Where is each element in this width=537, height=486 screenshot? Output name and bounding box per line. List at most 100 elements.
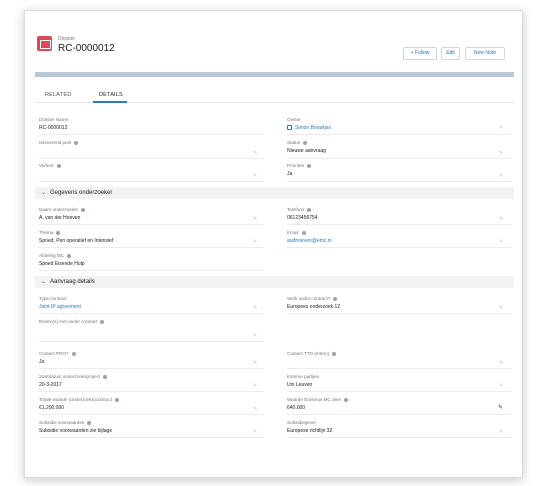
type-contract-link[interactable]: Joint IP agreement [39, 304, 81, 310]
info-icon[interactable] [56, 163, 61, 168]
info-icon[interactable] [306, 163, 311, 168]
subsidie-value: Subsidie voorwaarden zie bijlage [39, 428, 113, 434]
naam-onderzoeker-label: Naam onderzoeker [39, 207, 86, 212]
naam-onderzoeker-label-text: Naam onderzoeker [39, 207, 79, 212]
dossier-name-value: RC-0000012 [39, 125, 68, 131]
pencil-icon[interactable]: ✎ [253, 305, 257, 311]
waarde-erasmus-label: Waarde Erasmus MC deel [287, 397, 348, 402]
prioriteit-label: Prioriteit [287, 163, 311, 168]
field-divider [287, 313, 512, 314]
email-label: Email [287, 230, 306, 235]
contact-pro-value: Ja [39, 359, 45, 365]
section-title: Aanvraag details [50, 279, 95, 285]
field-divider [39, 224, 264, 225]
externe-partijen-value: Uni Leuven [287, 382, 313, 388]
pencil-icon[interactable]: ✎ [253, 333, 257, 339]
info-icon[interactable] [103, 374, 108, 379]
info-icon[interactable] [56, 230, 61, 235]
object-type-label: Dossier [58, 36, 75, 42]
naam-onderzoeker-value: A. van der Hoeven [39, 215, 81, 221]
highlights-banner [35, 72, 514, 77]
record-title: RC-0000012 [58, 43, 115, 54]
field-divider [287, 414, 512, 415]
pencil-icon[interactable]: ✎ [253, 239, 257, 245]
section-gegevens-onderzoeker[interactable]: ⌄ Gegevens onderzoeker [35, 187, 514, 199]
info-icon[interactable] [303, 140, 308, 145]
pencil-icon[interactable]: ✎ [253, 216, 257, 222]
telefoon-value: 06123456754 [287, 215, 318, 221]
pencil-icon[interactable]: ✎ [253, 429, 257, 435]
pencil-icon[interactable]: ✎ [253, 173, 257, 179]
pencil-icon[interactable]: ✎ [499, 150, 503, 156]
field-divider [39, 341, 264, 342]
info-icon[interactable] [343, 397, 348, 402]
subsidie-label: Subsidie voorwaarden [39, 420, 92, 425]
field-divider [287, 437, 512, 438]
status-value: Nieuwe aanvraag [287, 148, 326, 154]
contact-tto-label: Contact TTO (Intern) [287, 351, 337, 356]
pencil-icon[interactable]: ✎ [253, 150, 257, 156]
record-header: Dossier RC-0000012 + Follow Edit New Not… [25, 11, 522, 69]
info-icon[interactable] [71, 351, 76, 356]
pencil-icon[interactable]: ✎ [499, 360, 503, 366]
field-divider [287, 224, 512, 225]
new-note-button[interactable]: New Note [465, 47, 505, 60]
welk-ander-contract-label-text: Welk ander contract? [287, 296, 331, 301]
pencil-icon[interactable]: ✎ [499, 173, 503, 179]
edit-button[interactable]: Edit [441, 47, 460, 60]
info-icon[interactable] [115, 397, 120, 402]
email-link[interactable]: audhoeven@emc.nl [287, 238, 332, 244]
field-divider [287, 247, 512, 248]
pencil-icon[interactable]: ✎ [253, 360, 257, 366]
tab-related[interactable]: RELATED [45, 92, 71, 98]
info-icon[interactable] [307, 207, 312, 212]
tab-details[interactable]: DETAILS [99, 92, 123, 98]
telefoon-label-text: Telefoon [287, 207, 305, 212]
owner-link[interactable]: Simon Bouwtjes [295, 125, 331, 131]
info-icon[interactable] [67, 253, 72, 258]
section-aanvraag-details[interactable]: ⌄ Aanvraag details [35, 276, 514, 288]
field-divider [39, 391, 264, 392]
info-icon[interactable] [81, 207, 86, 212]
startdatum-label: Startdatum onderzoeksproject [39, 374, 108, 379]
pencil-icon[interactable]: ✎ [253, 406, 257, 412]
info-icon[interactable] [100, 319, 105, 324]
info-icon[interactable] [87, 420, 92, 425]
pencil-icon[interactable]: ✎ [499, 429, 503, 435]
pencil-icon[interactable]: ✎ [253, 383, 257, 389]
field-divider [287, 391, 512, 392]
startdatum-value: 20-3-2017 [39, 382, 62, 388]
field-divider [39, 270, 264, 271]
field-divider [39, 368, 264, 369]
field-divider [287, 368, 512, 369]
pencil-icon[interactable]: ✎ [499, 125, 503, 131]
field-divider [39, 313, 264, 314]
prioriteit-label-text: Prioriteit [287, 163, 304, 168]
info-icon[interactable] [332, 351, 337, 356]
file-icon [37, 36, 52, 51]
pencil-icon[interactable]: ✎ [499, 216, 503, 222]
externe-partijen-label: Externe partijen [287, 374, 320, 379]
info-icon[interactable] [301, 230, 306, 235]
pencil-icon[interactable]: ✎ [498, 404, 503, 411]
subsidiegever-label: Subsidiegever [287, 420, 317, 425]
reden-label: Reden(s) met ander contract [39, 319, 105, 324]
field-divider [39, 247, 264, 248]
totale-waarde-value: €1.200.000 [39, 405, 65, 411]
field-divider [287, 181, 512, 182]
subsidiegever-value: Europese richtlijn 32 [287, 428, 333, 434]
chevron-down-icon: ⌄ [41, 190, 47, 196]
field-divider [39, 437, 264, 438]
pencil-icon[interactable]: ✎ [499, 305, 503, 311]
pencil-icon[interactable]: ✎ [499, 383, 503, 389]
uitvoerend-label: Uitvoerend punt [39, 140, 79, 145]
afdeling-label: Afdeling MC [39, 253, 72, 258]
owner-label: Owner [287, 117, 301, 122]
section-title: Gegevens onderzoeker [50, 190, 113, 196]
info-icon[interactable] [333, 296, 338, 301]
tab-bar: RELATED DETAILS [35, 89, 514, 103]
pencil-icon[interactable]: ✎ [499, 239, 503, 245]
info-icon[interactable] [74, 140, 79, 145]
follow-button[interactable]: + Follow [403, 47, 437, 60]
startdatum-label-text: Startdatum onderzoeksproject [39, 374, 101, 379]
